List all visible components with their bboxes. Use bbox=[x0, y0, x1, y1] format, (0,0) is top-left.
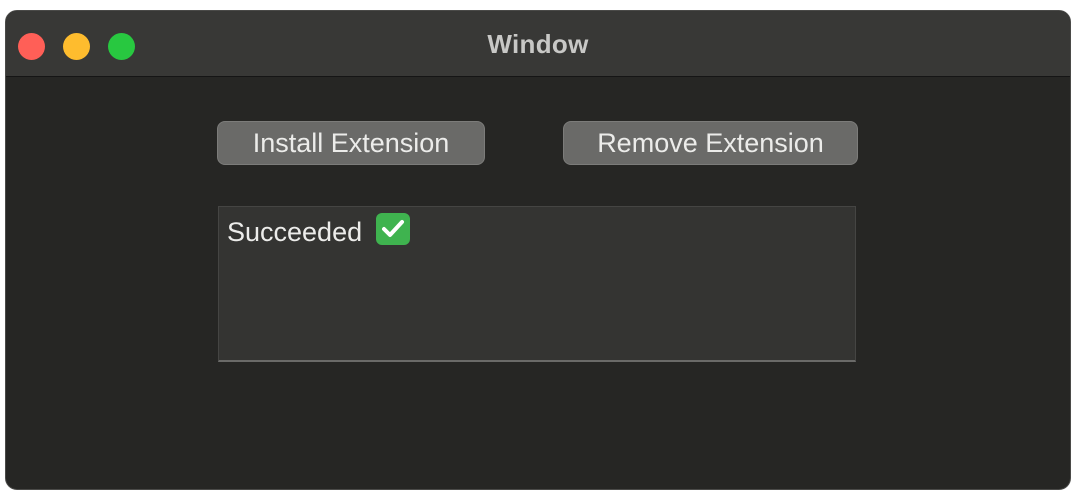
install-extension-button[interactable]: Install Extension bbox=[217, 121, 485, 165]
title-bar[interactable]: Window bbox=[6, 11, 1070, 77]
status-text: Succeeded bbox=[227, 217, 363, 247]
status-output-area[interactable]: Succeeded bbox=[218, 206, 856, 362]
check-mark-icon bbox=[375, 213, 410, 245]
window-title: Window bbox=[487, 29, 589, 59]
app-window: Window Install Extension Remove Extensio… bbox=[5, 10, 1071, 490]
remove-extension-button[interactable]: Remove Extension bbox=[563, 121, 858, 165]
